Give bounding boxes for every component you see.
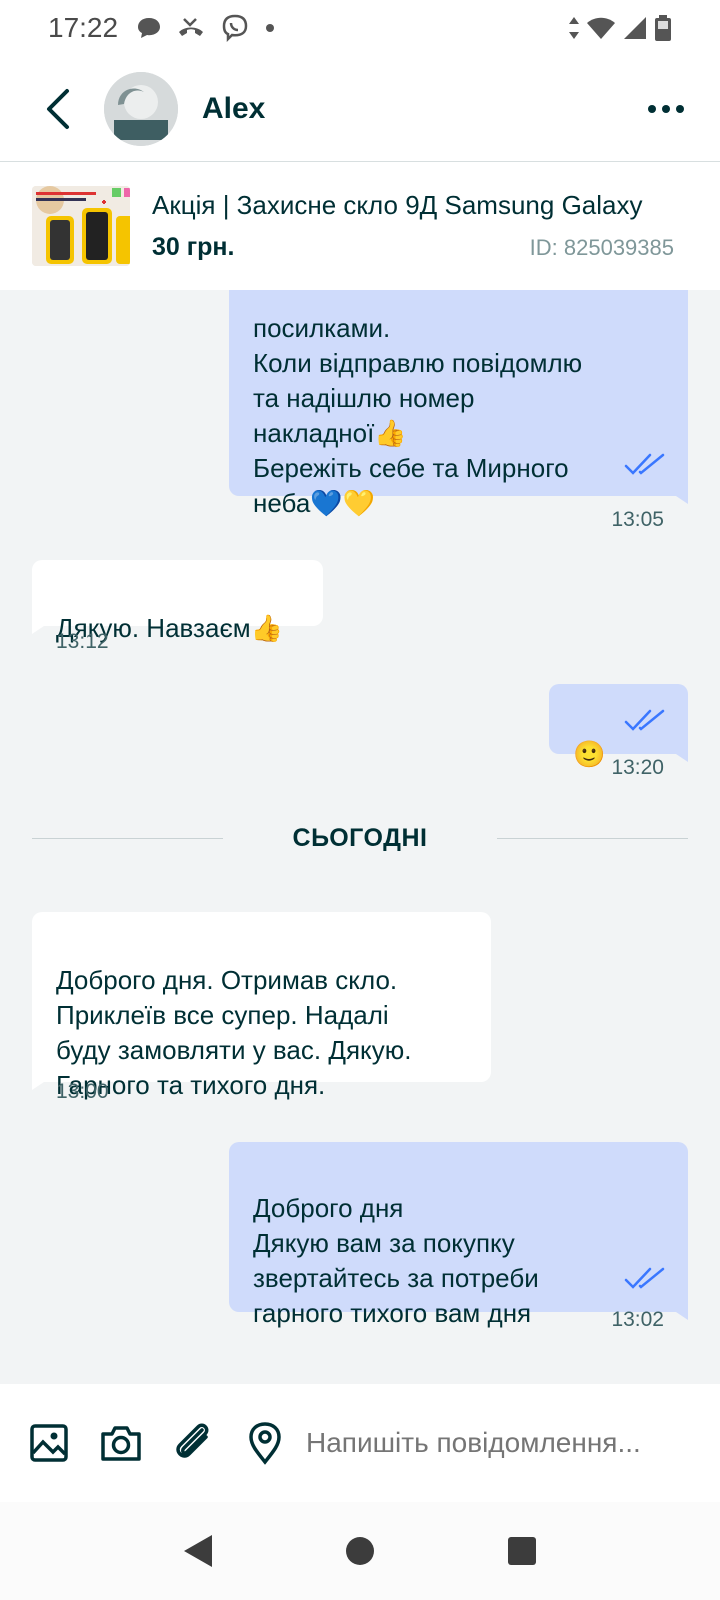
status-time: 17:22: [48, 12, 119, 43]
message-text: 🙂: [573, 739, 606, 769]
phone-glass-image-icon: [32, 186, 130, 266]
nav-home-button[interactable]: [330, 1521, 390, 1581]
message-time: 13:20: [611, 756, 664, 779]
listing-info: Акція | Захисне скло 9Д Samsung Galaxy 3…: [152, 190, 674, 262]
message-text: посилками. Коли відправлю повідомлю та н…: [253, 313, 583, 518]
avatar[interactable]: [104, 71, 178, 146]
paperclip-icon: [176, 1423, 209, 1458]
nav-recents-button[interactable]: [492, 1521, 552, 1581]
message-composer: [0, 1384, 720, 1502]
contact-name[interactable]: Alex: [202, 92, 265, 126]
listing-price: 30 грн.: [152, 233, 235, 261]
read-double-check-icon: [624, 709, 665, 731]
status-bar: 17:22: [0, 0, 720, 56]
message-bubble-outgoing[interactable]: 🙂: [549, 684, 688, 769]
back-arrow-icon: [47, 88, 69, 129]
divider: [497, 837, 689, 839]
message-bubble-outgoing[interactable]: посилками. Коли відправлю повідомлю та н…: [229, 290, 688, 518]
viber-icon: [220, 13, 250, 43]
listing-id: ID: 825039385: [529, 235, 674, 260]
message-time: 13:02: [611, 1308, 664, 1331]
back-button[interactable]: [28, 79, 88, 139]
system-navigation-bar: [0, 1502, 720, 1600]
more-options-button[interactable]: [642, 85, 690, 133]
day-separator-label: СЬОГОДНІ: [292, 823, 428, 852]
user-avatar-icon: [104, 71, 178, 146]
listing-meta-row: 30 грн. ID: 825039385: [152, 233, 674, 262]
message-input[interactable]: [306, 1427, 682, 1459]
message-text: Доброго дня. Отримав скло. Приклеїв все …: [56, 965, 412, 1100]
status-notification-icons: [136, 13, 276, 43]
read-double-check-icon: [624, 453, 665, 475]
camera-button[interactable]: [98, 1420, 144, 1466]
dot-icon: [264, 22, 276, 34]
nav-back-button[interactable]: [168, 1521, 228, 1581]
listing-card[interactable]: Акція | Захисне скло 9Д Samsung Galaxy 3…: [0, 162, 720, 290]
listing-title: Акція | Захисне скло 9Д Samsung Galaxy: [152, 190, 643, 220]
message-time: 13:00: [56, 1080, 109, 1103]
missed-call-icon: [176, 16, 206, 40]
message-list[interactable]: посилками. Коли відправлю повідомлю та н…: [0, 290, 720, 1384]
location-pin-icon: [249, 1422, 281, 1465]
day-separator: СЬОГОДНІ: [32, 818, 689, 858]
circle-home-icon: [346, 1537, 374, 1565]
attach-button[interactable]: [170, 1420, 216, 1466]
read-double-check-icon: [624, 1267, 665, 1289]
signal-icon: [622, 15, 648, 41]
image-icon: [30, 1424, 68, 1462]
battery-icon: [654, 14, 672, 42]
data-arrows-icon: [568, 15, 580, 41]
message-text: Доброго дня Дякую вам за покупку звертай…: [253, 1193, 539, 1328]
message-time: 13:05: [611, 508, 664, 531]
square-recents-icon: [508, 1537, 536, 1565]
message-bubble-outgoing[interactable]: Доброго дня Дякую вам за покупку звертай…: [229, 1142, 688, 1328]
more-dot-icon: [662, 104, 670, 113]
more-dot-icon: [676, 104, 684, 113]
message-time: 13:12: [56, 630, 109, 653]
chat-bubble-icon: [136, 16, 162, 40]
gallery-button[interactable]: [26, 1420, 72, 1466]
more-dot-icon: [648, 104, 656, 113]
divider: [32, 837, 223, 839]
status-system-icons: [568, 14, 672, 42]
listing-thumbnail: [32, 186, 130, 266]
camera-icon: [101, 1426, 141, 1461]
wifi-icon: [586, 15, 616, 41]
message-bubble-incoming[interactable]: Дякую. Навзаєм👍: [32, 560, 323, 643]
location-button[interactable]: [242, 1420, 288, 1466]
triangle-back-icon: [184, 1535, 212, 1567]
message-bubble-incoming[interactable]: Доброго дня. Отримав скло. Приклеїв все …: [32, 912, 491, 1100]
chat-header: Alex: [0, 56, 720, 162]
